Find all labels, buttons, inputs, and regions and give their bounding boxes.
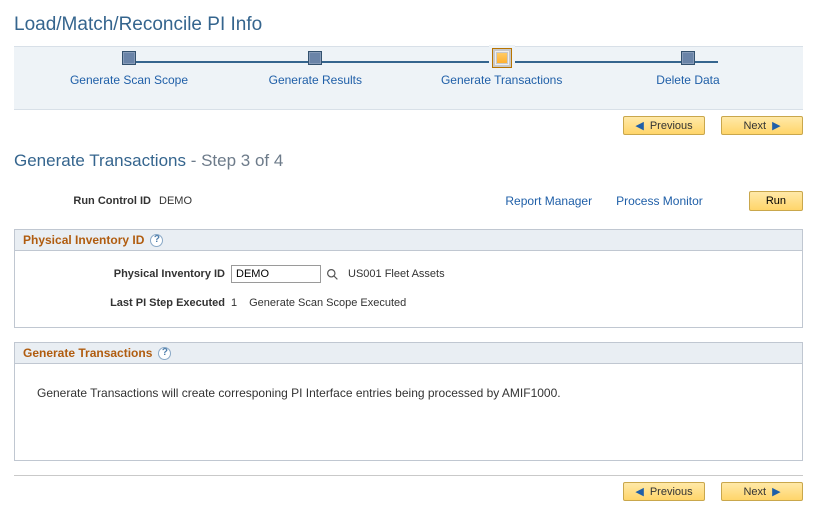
step-title-main: Generate Transactions — [14, 151, 186, 170]
lookup-icon[interactable] — [325, 267, 340, 282]
wizard-step-results[interactable]: Generate Results — [230, 51, 400, 87]
previous-button[interactable]: ◀ Previous — [623, 116, 705, 135]
run-button[interactable]: Run — [749, 191, 803, 211]
wizard-box-icon — [308, 51, 322, 65]
group-header: Generate Transactions ? — [15, 343, 802, 364]
wizard-label: Generate Transactions — [441, 73, 562, 87]
nav-bottom: ◀ Previous Next ▶ — [14, 482, 803, 501]
previous-label: Previous — [650, 486, 693, 498]
next-label: Next — [743, 486, 766, 498]
separator — [14, 475, 803, 476]
wizard-step-transactions[interactable]: Generate Transactions — [417, 51, 587, 87]
next-button[interactable]: Next ▶ — [721, 482, 803, 501]
group-physical-inventory: Physical Inventory ID ? Physical Invento… — [14, 229, 803, 328]
nav-top: ◀ Previous Next ▶ — [14, 116, 803, 135]
wizard-label: Generate Results — [269, 73, 362, 87]
run-control-row: Run Control ID DEMO Report Manager Proce… — [14, 191, 803, 211]
wizard-box-icon — [122, 51, 136, 65]
chevron-right-icon: ▶ — [772, 485, 780, 498]
group-title: Generate Transactions — [23, 346, 152, 360]
wizard-step-delete[interactable]: Delete Data — [603, 51, 773, 87]
pi-id-input[interactable] — [231, 265, 321, 283]
wizard-label: Generate Scan Scope — [70, 73, 188, 87]
chevron-left-icon: ◀ — [635, 485, 643, 498]
last-step-number: 1 — [231, 297, 237, 309]
run-control-label: Run Control ID — [14, 195, 159, 207]
process-monitor-link[interactable]: Process Monitor — [616, 194, 703, 208]
pi-id-description: US001 Fleet Assets — [348, 268, 445, 280]
last-step-label: Last PI Step Executed — [31, 297, 231, 309]
wizard-step-scan-scope[interactable]: Generate Scan Scope — [44, 51, 214, 87]
page-title: Load/Match/Reconcile PI Info — [14, 14, 803, 36]
wizard-box-icon — [681, 51, 695, 65]
run-control-value: DEMO — [159, 195, 192, 207]
help-icon[interactable]: ? — [150, 234, 163, 247]
next-label: Next — [743, 120, 766, 132]
next-button[interactable]: Next ▶ — [721, 116, 803, 135]
last-step-text: Generate Scan Scope Executed — [249, 297, 406, 309]
wizard-label: Delete Data — [656, 73, 719, 87]
step-title: Generate Transactions - Step 3 of 4 — [14, 151, 803, 171]
group-generate-transactions: Generate Transactions ? Generate Transac… — [14, 342, 803, 461]
group-title: Physical Inventory ID — [23, 233, 144, 247]
previous-button[interactable]: ◀ Previous — [623, 482, 705, 501]
chevron-left-icon: ◀ — [635, 119, 643, 132]
wizard-bar: Generate Scan Scope Generate Results Gen… — [14, 46, 803, 110]
help-icon[interactable]: ? — [158, 347, 171, 360]
report-manager-link[interactable]: Report Manager — [505, 194, 592, 208]
step-title-sub: - Step 3 of 4 — [186, 151, 283, 170]
previous-label: Previous — [650, 120, 693, 132]
pi-id-label: Physical Inventory ID — [31, 268, 231, 280]
chevron-right-icon: ▶ — [772, 119, 780, 132]
wizard-box-icon — [492, 48, 512, 68]
group-header: Physical Inventory ID ? — [15, 230, 802, 251]
generate-transactions-text: Generate Transactions will create corres… — [15, 364, 802, 460]
